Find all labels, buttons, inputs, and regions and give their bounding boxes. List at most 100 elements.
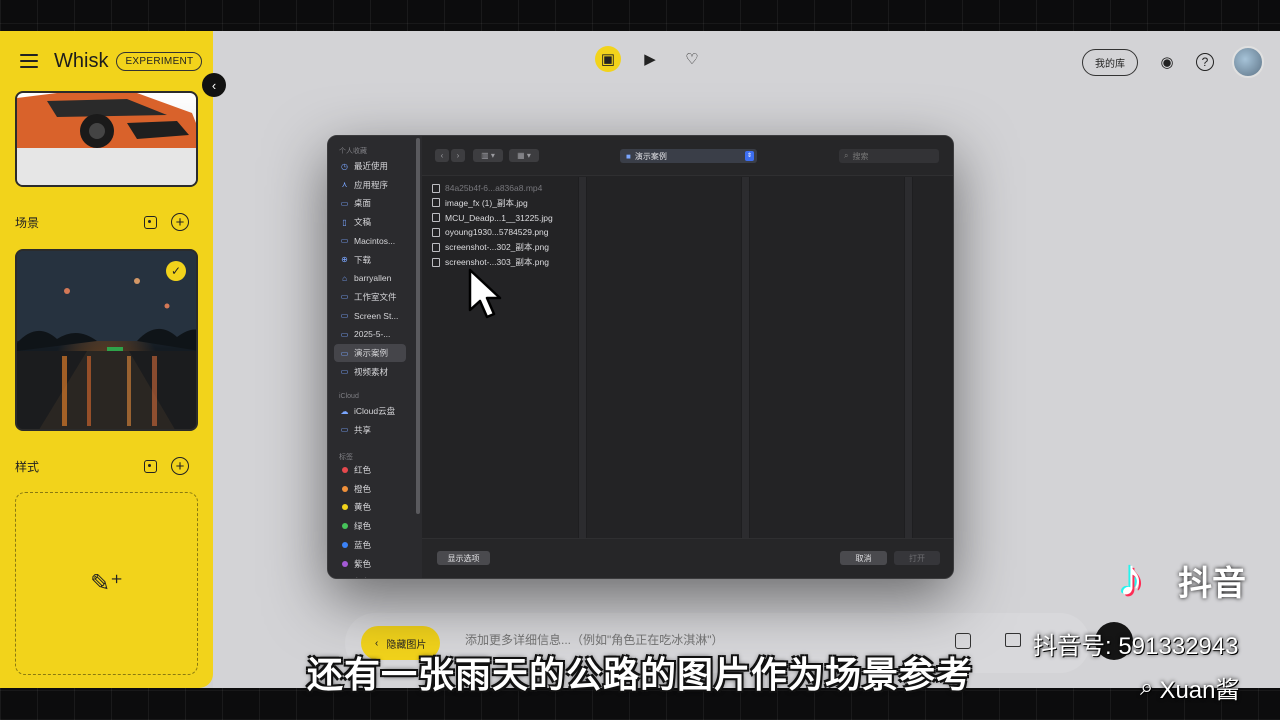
aspect-ratio-icon[interactable] xyxy=(1005,633,1021,647)
my-library-button[interactable]: 我的库 xyxy=(1082,48,1138,76)
sidebar-scrollbar[interactable] xyxy=(416,138,420,514)
icloud-header: iCloud xyxy=(339,393,359,400)
mode-switcher: ▣ ▶ ♡ xyxy=(595,46,705,72)
subject-image-card[interactable] xyxy=(15,91,198,187)
forward-icon[interactable]: › xyxy=(451,149,465,162)
tag-color-dot-icon xyxy=(342,504,348,511)
sidebar-item[interactable]: ☁ iCloud云盘 xyxy=(334,402,406,420)
document-icon: ▯ xyxy=(342,217,347,227)
add-scene-icon[interactable]: + xyxy=(171,213,189,231)
sidebar-item[interactable]: ▭ 工作室文件 xyxy=(334,288,406,306)
stepper-icon: ⇕ xyxy=(745,151,754,161)
desktop-icon: ▭ xyxy=(340,198,349,208)
column-divider[interactable] xyxy=(904,177,913,539)
image-mode-icon[interactable]: ▣ xyxy=(595,46,621,72)
tag-item[interactable]: 橙色 xyxy=(334,480,406,498)
tag-item[interactable]: 蓝色 xyxy=(334,536,406,554)
sidebar-item[interactable]: ▭ Screen St... xyxy=(334,307,406,325)
sidebar-item[interactable]: ⊕ 下载 xyxy=(334,251,406,269)
sidebar: Whisk EXPERIMENT 场景 + ✓ 样式 + ✎⁺ xyxy=(0,31,213,688)
tag-color-dot-icon xyxy=(342,560,348,567)
tag-label: 橙色 xyxy=(354,483,372,494)
avatar[interactable] xyxy=(1232,46,1264,78)
grid-view-icon[interactable]: ▦ ▾ xyxy=(509,149,539,162)
file-icon xyxy=(432,257,440,267)
download-icon: ⊕ xyxy=(341,255,348,264)
discord-icon[interactable]: ◉ xyxy=(1156,51,1178,73)
dialog-sidebar: 个人收藏 ◷ 最近使用 ⋏ 应用程序 ▭ 桌面 ▯ 文稿 ▭ Macintos... ⊕ 下载 ⌂ bar… xyxy=(328,136,422,578)
sidebar-item-label: 最近使用 xyxy=(354,161,389,171)
folder-icon: ▭ xyxy=(340,292,349,302)
search-placeholder: 搜索 xyxy=(852,151,869,161)
sidebar-item-label: 2025-5-... xyxy=(354,329,391,340)
column-view-icon[interactable]: ▥ ▾ xyxy=(473,149,503,162)
sidebar-item-label: Macintos... xyxy=(354,235,396,246)
folder-icon: ▭ xyxy=(340,348,349,358)
tag-color-dot-icon xyxy=(342,523,348,530)
sidebar-item-label: 工作室文件 xyxy=(354,291,397,302)
menu-icon[interactable] xyxy=(20,54,38,68)
dice-icon[interactable] xyxy=(144,215,157,229)
add-style-icon[interactable]: + xyxy=(171,457,189,475)
douyin-id: 抖音号: 591332943 xyxy=(1033,633,1239,660)
column-divider[interactable] xyxy=(578,177,587,539)
tag-item[interactable]: 紫色 xyxy=(334,555,406,573)
tag-label: 蓝色 xyxy=(354,539,372,550)
folder-icon: ▭ xyxy=(340,367,349,377)
heart-icon[interactable]: ♡ xyxy=(679,46,705,72)
cancel-button[interactable]: 取消 xyxy=(840,551,887,565)
tag-item[interactable]: 红色 xyxy=(334,461,406,479)
sidebar-item[interactable]: ▭ 桌面 xyxy=(334,194,406,212)
sidebar-item[interactable]: ▭ 视频素材 xyxy=(334,363,406,381)
sidebar-item[interactable]: ▭ 共享 xyxy=(334,421,406,439)
tag-item[interactable]: 灰色 xyxy=(334,573,406,578)
prompt-input[interactable] xyxy=(465,633,885,647)
file-row[interactable]: screenshot-...302_副本.png xyxy=(432,240,549,254)
douyin-watermark: ♪ ♪ ♪ 抖音 xyxy=(1116,548,1246,609)
tag-label: 灰色 xyxy=(354,576,371,578)
file-row[interactable]: oyoung1930...5784529.png xyxy=(432,225,549,239)
column-divider[interactable] xyxy=(741,177,750,539)
video-mode-icon[interactable]: ▶ xyxy=(637,46,663,72)
creator-handle: ⌕ Xuan酱 xyxy=(1140,670,1240,705)
sidebar-item[interactable]: ◷ 最近使用 xyxy=(334,157,406,175)
sidebar-item-label: Screen St... xyxy=(354,310,399,321)
sidebar-item[interactable]: ⋏ 应用程序 xyxy=(334,176,406,194)
file-icon xyxy=(432,213,440,223)
file-row[interactable]: 84a25b4f-6...a836a8.mp4 xyxy=(432,181,542,195)
dice-icon[interactable] xyxy=(144,459,157,473)
file-name: image_fx (1)_副本.jpg xyxy=(445,197,528,208)
file-row[interactable]: MCU_Deadp...1__31225.jpg xyxy=(432,211,553,225)
tag-item[interactable]: 绿色 xyxy=(334,517,406,535)
dialog-footer: 显示选项 取消 打开 xyxy=(422,538,953,578)
sidebar-item-label: 应用程序 xyxy=(354,179,389,190)
tag-label: 绿色 xyxy=(354,521,372,532)
open-button[interactable]: 打开 xyxy=(894,551,940,565)
dialog-toolbar: ‹ › ▥ ▾ ▦ ▾ ■ 演示案例 ⇕ ⌕ 搜索 xyxy=(422,136,953,176)
tag-item[interactable]: 黄色 xyxy=(334,498,406,516)
sidebar-item-label: 下载 xyxy=(354,254,372,265)
search-field[interactable]: ⌕ 搜索 xyxy=(839,149,939,163)
folder-icon: ■ xyxy=(626,151,631,161)
sidebar-item[interactable]: ⌂ barryallen xyxy=(334,269,406,287)
sidebar-item-label: iCloud云盘 xyxy=(354,406,396,416)
file-row[interactable]: image_fx (1)_副本.jpg xyxy=(432,196,528,210)
show-options-button[interactable]: 显示选项 xyxy=(437,551,490,565)
scene-image-card[interactable]: ✓ xyxy=(15,249,198,431)
sidebar-item[interactable]: ▭ Macintos... xyxy=(334,232,406,250)
file-icon xyxy=(432,183,440,193)
sidebar-item[interactable]: ▭ 演示案例 xyxy=(334,344,406,362)
douyin-logo-icon: ♪ ♪ ♪ xyxy=(1116,548,1146,609)
collapse-sidebar-button[interactable]: ‹ xyxy=(202,73,226,97)
folder-path-select[interactable]: ■ 演示案例 ⇕ xyxy=(620,149,757,163)
help-icon[interactable]: ? xyxy=(1196,53,1214,71)
back-icon[interactable]: ‹ xyxy=(435,149,449,162)
file-row[interactable]: screenshot-...303_副本.png xyxy=(432,255,549,269)
folder-icon: ▭ xyxy=(340,329,349,339)
search-icon: ⌕ xyxy=(844,151,849,160)
style-actions: + xyxy=(144,457,189,475)
sidebar-item[interactable]: ▯ 文稿 xyxy=(334,213,406,231)
sidebar-item[interactable]: ▭ 2025-5-... xyxy=(334,325,406,343)
current-folder-label: 演示案例 xyxy=(634,151,667,161)
creator-handle-text: Xuan酱 xyxy=(1159,677,1240,704)
